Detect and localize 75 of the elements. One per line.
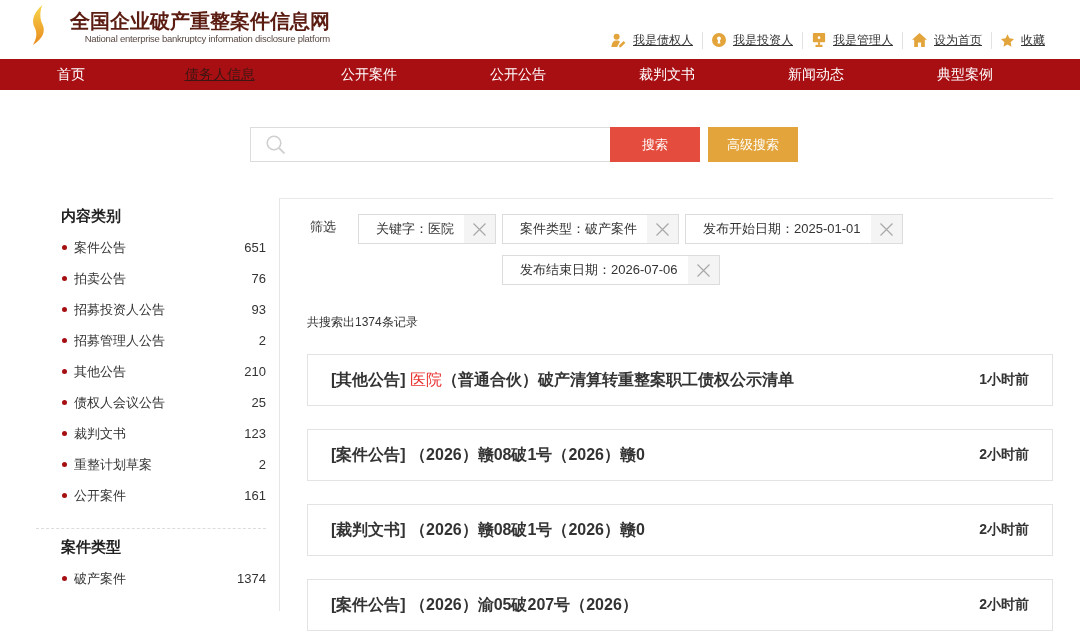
nav-tab[interactable]: 首页: [50, 59, 91, 90]
time-text: 2小时前: [979, 446, 1029, 464]
count-text: 161: [244, 488, 266, 503]
bullet-icon: [62, 338, 67, 343]
result-count-text: 共搜索出1374条记录: [307, 314, 419, 330]
category-link[interactable]: 招募投资人公告: [74, 300, 165, 319]
sidebar-heading: 案件类型: [60, 537, 122, 557]
bullet-icon: [62, 307, 67, 312]
filter-label: 筛选: [310, 219, 336, 234]
header-link[interactable]: 我是投资人: [712, 31, 793, 49]
category-link[interactable]: 债权人会议公告: [74, 393, 165, 412]
close-icon: [696, 263, 710, 277]
time-text: 2小时前: [979, 521, 1029, 539]
nav-tab[interactable]: 典型案例: [930, 59, 999, 90]
monitor-icon: [812, 33, 826, 47]
count-text: 25: [251, 395, 266, 410]
search-field[interactable]: [250, 127, 610, 162]
remove-filter-button[interactable]: [870, 215, 902, 243]
remove-filter-button[interactable]: [687, 256, 719, 284]
star-icon: [1001, 33, 1014, 47]
nav-tab[interactable]: 公开公告: [483, 59, 552, 90]
close-icon: [473, 222, 486, 236]
bullet-icon: [62, 276, 67, 281]
header-link[interactable]: 收藏: [1001, 31, 1045, 49]
sidebar-heading: 内容类别: [60, 206, 122, 226]
header-link[interactable]: 我是管理人: [812, 31, 893, 49]
count-text: 2: [258, 457, 266, 472]
category-link[interactable]: 案件公告: [74, 238, 126, 257]
close-icon: [879, 222, 893, 236]
result-title-link[interactable]: [案件公告] （2026）赣08破1号（2026）赣0: [331, 444, 645, 466]
keyhole-icon: [712, 33, 726, 47]
bullet-icon: [62, 245, 67, 250]
bullet-icon: [62, 431, 67, 436]
count-text: 76: [251, 271, 266, 286]
bullet-icon: [62, 369, 67, 374]
category-link[interactable]: 裁判文书: [74, 424, 126, 443]
bullet-icon: [62, 576, 67, 581]
count-text: 651: [244, 240, 266, 255]
count-text: 1374: [237, 571, 266, 586]
remove-filter-button[interactable]: [464, 215, 495, 243]
remove-filter-button[interactable]: [647, 215, 678, 243]
count-text: 123: [244, 426, 266, 441]
search-button[interactable]: 搜索: [610, 127, 700, 162]
filter-text: 关键字：医院: [375, 220, 455, 238]
category-link[interactable]: 重整计划草案: [74, 455, 152, 474]
close-icon: [656, 222, 669, 236]
filter-text: 发布结束日期：2026-07-06: [519, 261, 679, 279]
filter-text: 发布开始日期：2025-01-01: [702, 220, 862, 238]
search-icon: [266, 135, 285, 154]
home-icon: [912, 33, 927, 47]
bullet-icon: [62, 400, 67, 405]
bullet-icon: [62, 462, 67, 467]
header-link[interactable]: 设为首页: [912, 31, 982, 49]
time-text: 1小时前: [979, 371, 1029, 389]
category-link[interactable]: 招募管理人公告: [74, 331, 165, 350]
count-text: 210: [244, 364, 266, 379]
nav-tab[interactable]: 公开案件: [334, 59, 403, 90]
count-text: 93: [251, 302, 266, 317]
result-title-link[interactable]: [裁判文书] （2026）赣08破1号（2026）赣0: [331, 519, 645, 541]
header-link[interactable]: 我是债权人: [611, 31, 693, 49]
site-title: 全国企业破产重整案件信息网: [70, 9, 330, 33]
nav-tab[interactable]: 裁判文书: [632, 59, 701, 90]
category-link[interactable]: 拍卖公告: [74, 269, 126, 288]
site-subtitle: National enterprise bankruptcy information disclosure platform: [84, 33, 330, 45]
result-title-link[interactable]: [其他公告] 医院（普通合伙）破产清算转重整案职工债权公示清单: [331, 369, 795, 391]
count-text: 2: [258, 333, 266, 348]
filter-text: 案件类型：破产案件: [519, 220, 638, 238]
bullet-icon: [62, 493, 67, 498]
category-link[interactable]: 破产案件: [74, 569, 126, 588]
user-pen-icon: [611, 32, 626, 48]
category-link[interactable]: 其他公告: [74, 362, 126, 381]
result-title-link[interactable]: [案件公告] （2026）渝05破207号（2026）: [331, 594, 638, 616]
nav-tab[interactable]: 新闻动态: [781, 59, 850, 90]
time-text: 2小时前: [979, 596, 1029, 614]
category-link[interactable]: 公开案件: [74, 486, 126, 505]
